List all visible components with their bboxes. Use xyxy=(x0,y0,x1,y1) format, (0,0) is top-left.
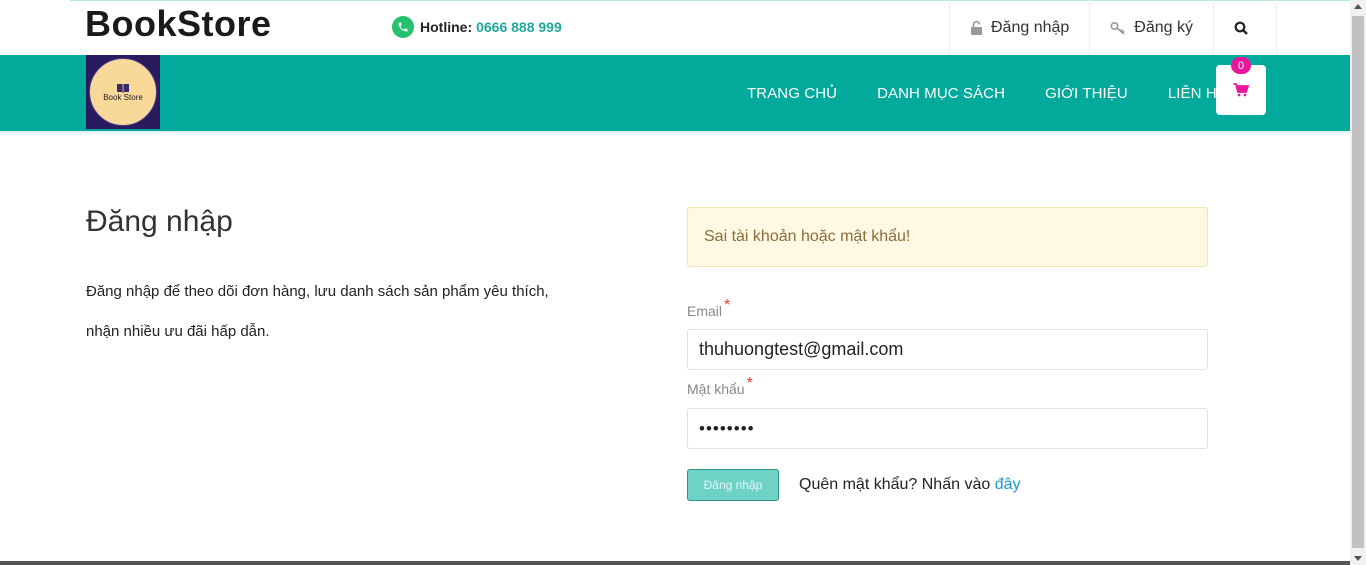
login-label: Đăng nhập xyxy=(991,18,1070,36)
store-logo[interactable]: Book Store xyxy=(86,55,160,129)
logo-text: Book Store xyxy=(103,92,143,102)
register-label: Đăng ký xyxy=(1134,18,1193,36)
forgot-password: Quên mật khẩu? Nhấn vào đây xyxy=(799,476,1020,494)
main-menu: TRANG CHỦ DANH MỤC SÁCH GIỚI THIỆU LIÊN … xyxy=(727,55,1247,131)
required-mark: * xyxy=(724,297,731,314)
scroll-down-arrow-icon[interactable] xyxy=(1354,556,1362,561)
top-bar: BookStore Hotline: 0666 888 999 Đăng nhậ… xyxy=(0,0,1350,55)
hotline: Hotline: 0666 888 999 xyxy=(392,16,562,38)
brand-logo-text[interactable]: BookStore xyxy=(85,3,272,45)
register-link[interactable]: Đăng ký xyxy=(1089,0,1213,55)
scroll-up-arrow-icon[interactable] xyxy=(1354,4,1362,9)
login-link[interactable]: Đăng nhập xyxy=(949,0,1089,55)
phone-icon xyxy=(392,16,414,38)
page-title: Đăng nhập xyxy=(86,205,233,238)
account-actions: Đăng nhập Đăng ký xyxy=(949,0,1277,55)
nav-item-about[interactable]: GIỚI THIỆU xyxy=(1025,55,1148,131)
password-label: Mật khẩu * xyxy=(687,375,753,399)
password-field[interactable]: •••••••• xyxy=(687,408,1208,449)
forgot-password-text: Quên mật khẩu? Nhấn vào xyxy=(799,476,991,493)
email-label: Email * xyxy=(687,297,730,321)
login-submit-button[interactable]: Đăng nhập xyxy=(687,469,779,501)
error-alert: Sai tài khoản hoặc mật khẩu! xyxy=(687,207,1208,267)
footer-edge xyxy=(0,561,1350,565)
cart-count-badge: 0 xyxy=(1231,57,1251,74)
lock-icon xyxy=(971,20,982,35)
main-navbar: Book Store TRANG CHỦ DANH MỤC SÁCH GIỚI … xyxy=(0,55,1350,135)
forgot-password-link[interactable]: đây xyxy=(995,476,1021,493)
scrollbar-thumb[interactable] xyxy=(1352,16,1364,548)
shopping-cart-icon xyxy=(1233,83,1249,97)
intro-line-1: Đăng nhập để theo dõi đơn hàng, lưu danh… xyxy=(86,283,549,300)
book-icon xyxy=(117,83,129,93)
email-label-text: Email xyxy=(687,303,723,319)
hotline-number[interactable]: 0666 888 999 xyxy=(476,19,562,35)
nav-item-categories[interactable]: DANH MỤC SÁCH xyxy=(857,55,1025,131)
search-button[interactable] xyxy=(1213,0,1277,55)
email-field[interactable]: thuhuongtest@gmail.com xyxy=(687,329,1208,370)
search-icon xyxy=(1234,21,1248,35)
nav-item-home[interactable]: TRANG CHỦ xyxy=(727,55,857,131)
page-scrollbar[interactable] xyxy=(1350,0,1366,565)
navbar-shadow xyxy=(0,131,1350,135)
required-mark: * xyxy=(746,375,753,392)
password-label-text: Mật khẩu xyxy=(687,381,745,397)
intro-description: Đăng nhập để theo dõi đơn hàng, lưu danh… xyxy=(86,272,606,352)
key-icon xyxy=(1110,21,1125,35)
hotline-label: Hotline: xyxy=(420,19,473,35)
cart-button[interactable]: 0 xyxy=(1216,57,1266,115)
intro-line-2: nhận nhiều ưu đãi hấp dẫn. xyxy=(86,323,270,340)
logo-badge: Book Store xyxy=(89,58,157,126)
